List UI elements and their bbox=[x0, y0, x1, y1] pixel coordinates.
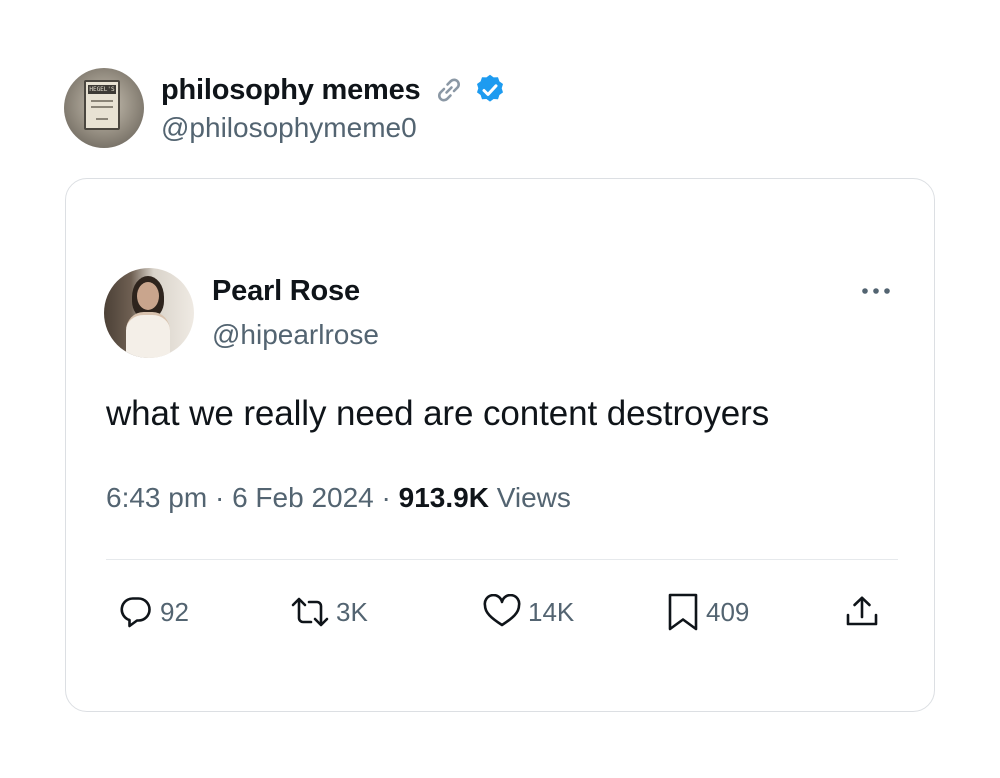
reply-icon bbox=[120, 597, 151, 628]
like-button[interactable]: 14K bbox=[482, 587, 574, 637]
verified-badge-icon bbox=[477, 74, 504, 102]
tweet-text: what we really need are content destroye… bbox=[106, 394, 770, 433]
views-label: Views bbox=[496, 482, 571, 513]
author-avatar[interactable] bbox=[104, 268, 194, 358]
tweet-date[interactable]: 6 Feb 2024 bbox=[232, 482, 374, 513]
tweet-time[interactable]: 6:43 pm bbox=[106, 482, 207, 513]
divider bbox=[106, 559, 898, 560]
tweet-actions: 92 3K 14K 409 bbox=[118, 587, 893, 637]
repost-button[interactable]: 3K bbox=[290, 587, 368, 637]
bookmark-count: 409 bbox=[706, 596, 750, 627]
meta-separator: · bbox=[214, 482, 225, 513]
outer-names: philosophy memes @philosophymeme0 bbox=[161, 70, 507, 144]
outer-avatar[interactable]: HEGEL'S bbox=[64, 68, 144, 148]
outer-display-name[interactable]: philosophy memes bbox=[161, 74, 421, 107]
reply-button[interactable]: 92 bbox=[118, 587, 189, 637]
avatar-book-image: HEGEL'S bbox=[84, 80, 120, 130]
outer-handle[interactable]: @philosophymeme0 bbox=[161, 112, 507, 144]
bookmark-button[interactable]: 409 bbox=[666, 587, 749, 637]
author-name[interactable]: Pearl Rose bbox=[212, 275, 360, 308]
bookmark-icon bbox=[668, 593, 698, 631]
author-handle[interactable]: @hipearlrose bbox=[212, 319, 379, 351]
reply-count: 92 bbox=[160, 596, 189, 627]
repost-icon bbox=[291, 597, 329, 627]
embedded-tweet-card[interactable]: Pearl Rose @hipearlrose what we really n… bbox=[65, 178, 935, 712]
meta-separator: · bbox=[381, 482, 391, 513]
heart-icon bbox=[483, 594, 521, 627]
tweet-meta: 6:43 pm · 6 Feb 2024 · 913.9K Views bbox=[106, 482, 571, 514]
share-button[interactable] bbox=[844, 587, 880, 637]
repost-count: 3K bbox=[336, 596, 368, 627]
like-count: 14K bbox=[528, 596, 575, 627]
quoting-account-header: HEGEL'S philosophy memes @philosophymeme… bbox=[64, 68, 507, 148]
link-icon bbox=[438, 78, 461, 102]
views-count: 913.9K bbox=[398, 482, 489, 513]
avatar-book-title: HEGEL'S bbox=[88, 85, 116, 94]
share-icon bbox=[846, 596, 878, 626]
more-options-icon[interactable] bbox=[860, 283, 892, 299]
